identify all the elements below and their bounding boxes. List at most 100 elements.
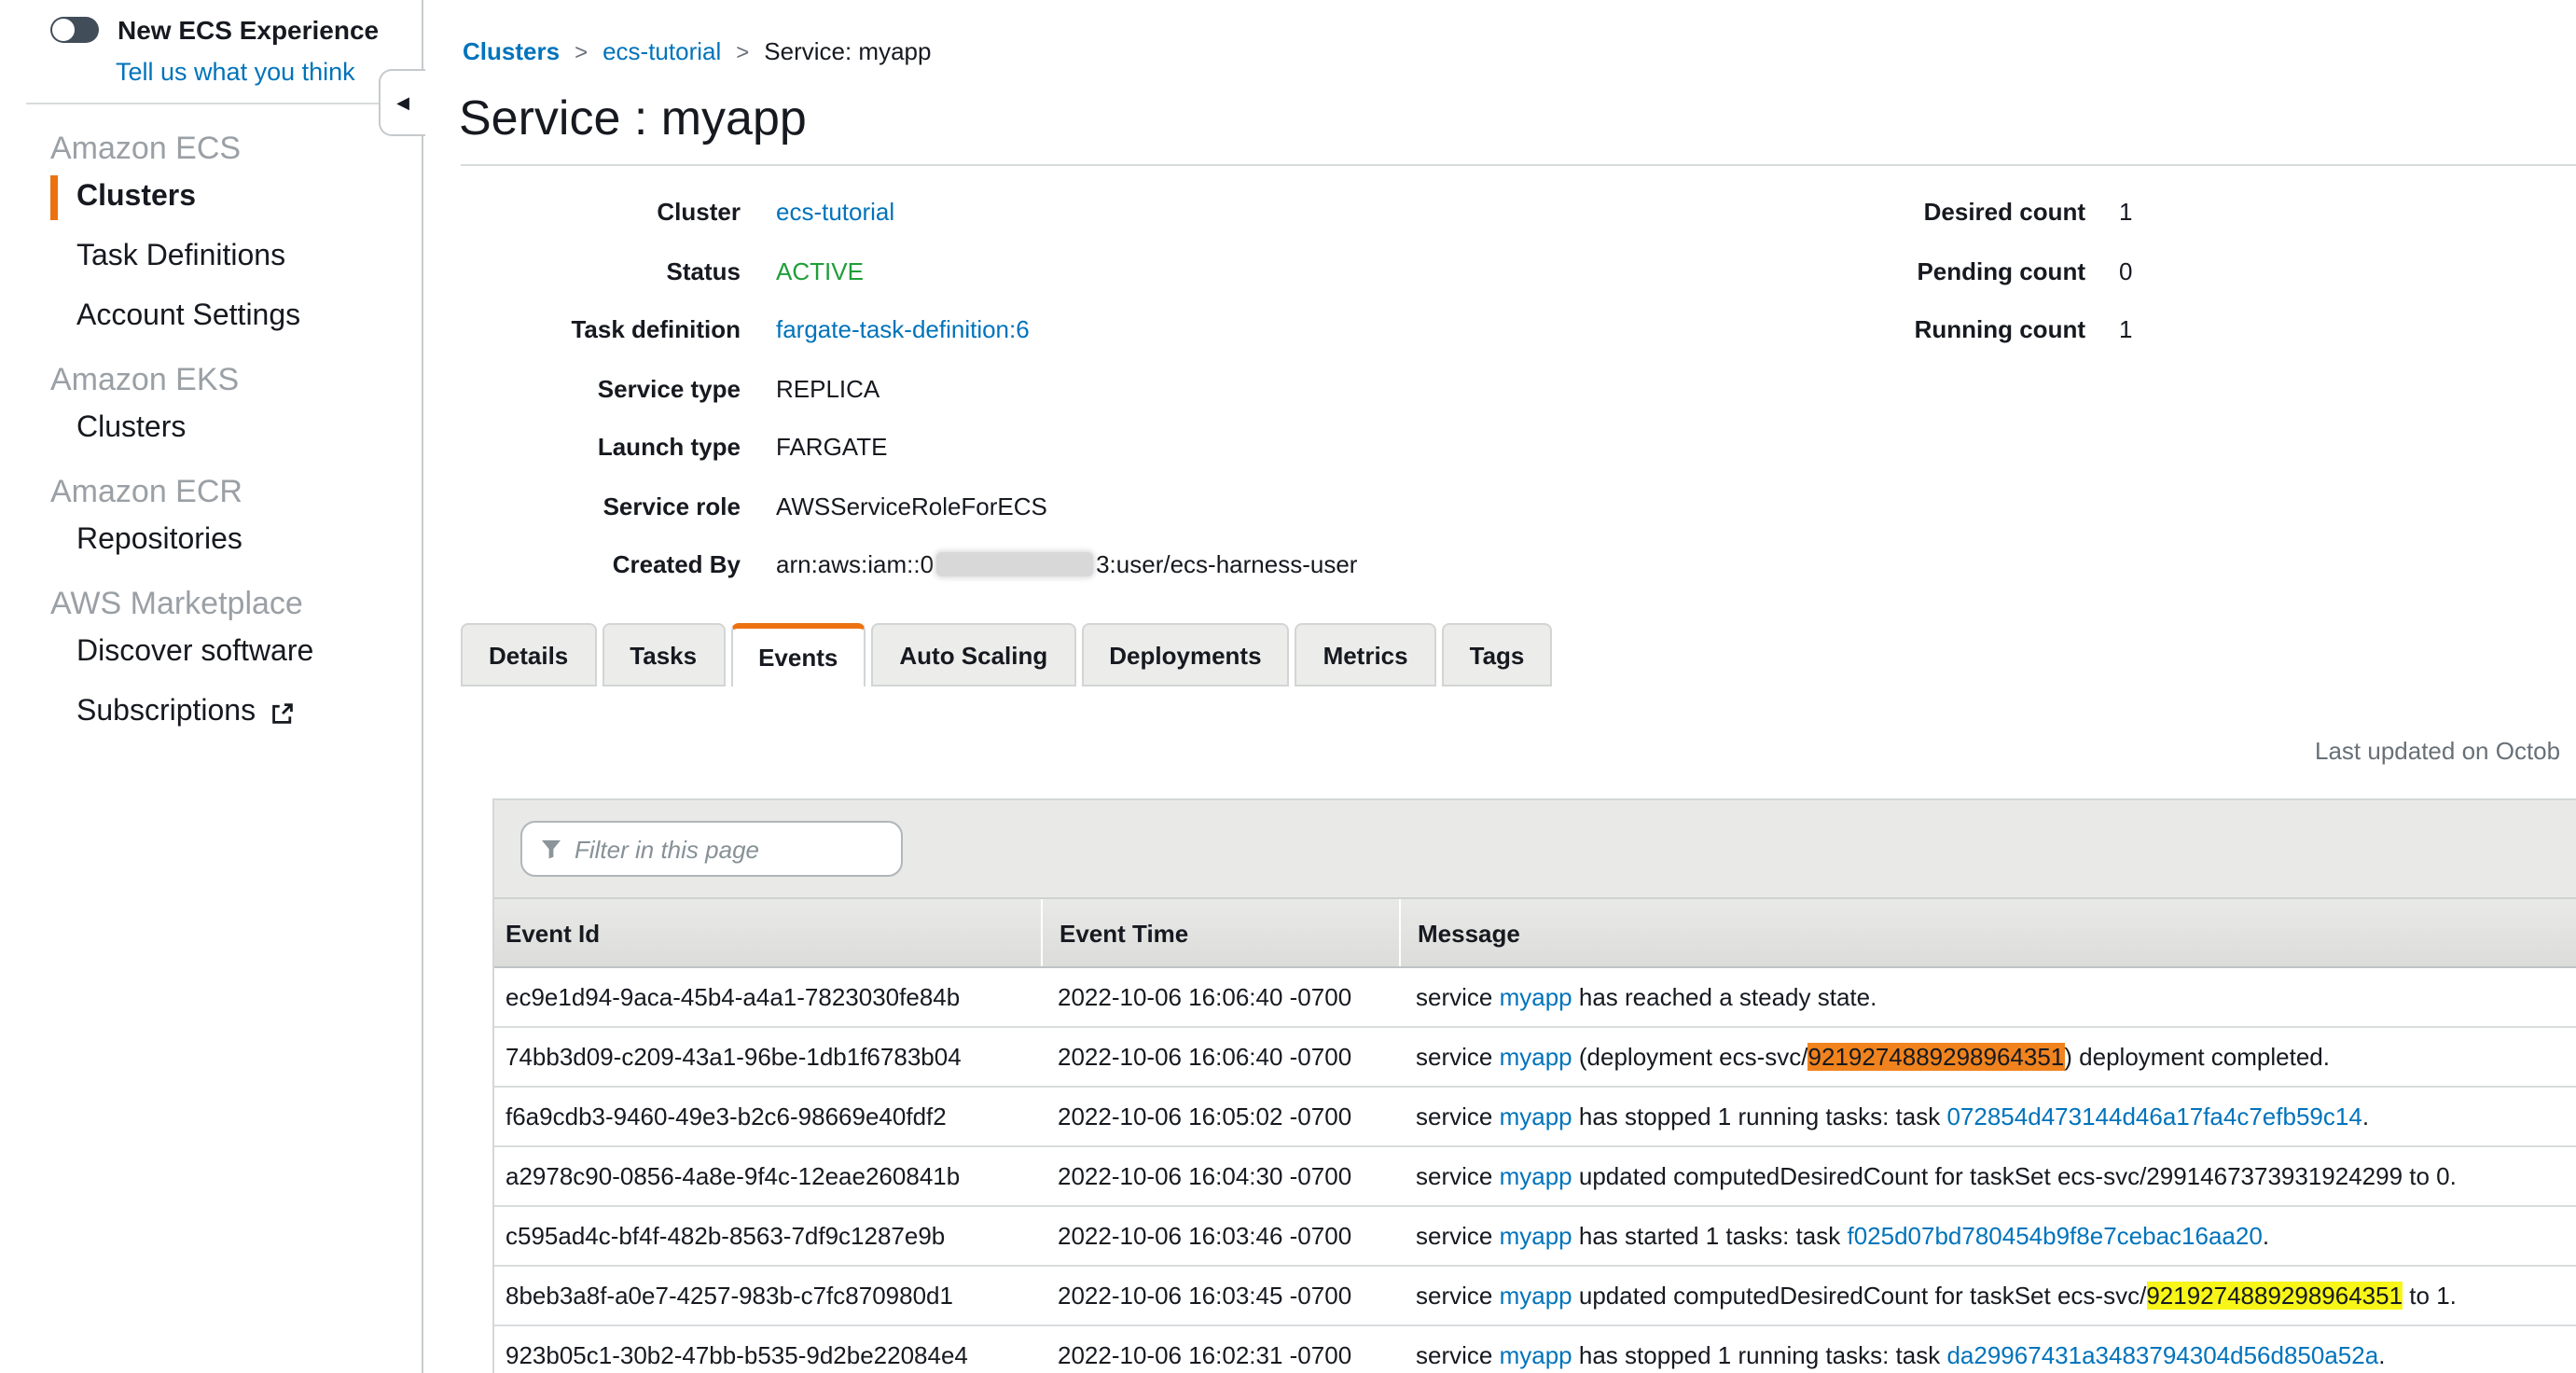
- message-text: has started 1 tasks: task: [1572, 1222, 1848, 1250]
- highlighted-match: 9219274889298964351: [1808, 1043, 2065, 1071]
- message-link[interactable]: myapp: [1500, 1222, 1572, 1250]
- cell-event-id: 8beb3a8f-a0e7-4257-983b-c7fc870980d1: [494, 1282, 1041, 1310]
- message-link[interactable]: myapp: [1500, 1162, 1572, 1190]
- message-link[interactable]: myapp: [1500, 1282, 1572, 1310]
- cell-message: service myapp has reached a steady state…: [1399, 983, 2576, 1011]
- detail-label: Service role: [461, 492, 741, 520]
- ecs-console-page: New ECS Experience Tell us what you thin…: [0, 0, 2576, 1373]
- sidebar-section-header-amazon-eks: Amazon EKS: [0, 362, 420, 399]
- message-text: updated computedDesiredCount for taskSet…: [1572, 1282, 2147, 1310]
- sidebar-item-label: Repositories: [76, 522, 242, 560]
- sidebar-item-account-settings[interactable]: Account Settings: [0, 298, 420, 336]
- message-text: .: [2362, 1103, 2369, 1130]
- breadcrumb-service-myapp: Service: myapp: [764, 37, 931, 65]
- detail-label: Status: [461, 257, 741, 285]
- detail-row-launch-type: Launch typeFARGATE: [461, 418, 1357, 477]
- message-link[interactable]: myapp: [1500, 983, 1572, 1011]
- detail-label: Cluster: [461, 199, 741, 227]
- table-row: c595ad4c-bf4f-482b-8563-7df9c1287e9b2022…: [494, 1207, 2576, 1267]
- detail-value-text: AWSServiceRoleForECS: [776, 492, 1047, 520]
- sidebar-item-label: Discover software: [76, 634, 313, 672]
- message-text: service: [1416, 983, 1500, 1011]
- sidebar-item-discover-software[interactable]: Discover software: [0, 634, 420, 672]
- message-link[interactable]: myapp: [1500, 1043, 1572, 1071]
- breadcrumb-separator: >: [736, 39, 749, 65]
- sidebar-item-clusters[interactable]: Clusters: [0, 410, 420, 448]
- detail-value: arn:aws:iam::03:user/ecs-harness-user: [776, 551, 1357, 579]
- created-by-suffix: 3:user/ecs-harness-user: [1096, 551, 1357, 579]
- sidebar: New ECS Experience Tell us what you thin…: [0, 0, 423, 1373]
- filter-input[interactable]: Filter in this page: [520, 821, 903, 877]
- detail-row-task-definition: Task definitionfargate-task-definition:6: [461, 300, 1357, 359]
- tab-metrics[interactable]: Metrics: [1295, 623, 1436, 686]
- message-text: has stopped 1 running tasks: task: [1572, 1103, 1947, 1130]
- events-panel: Filter in this page Event Id Event Time …: [492, 798, 2576, 1373]
- tab-tags[interactable]: Tags: [1442, 623, 1553, 686]
- table-row: f6a9cdb3-9460-49e3-b2c6-98669e40fdf22022…: [494, 1088, 2576, 1147]
- message-link[interactable]: myapp: [1500, 1341, 1572, 1369]
- title-divider: [461, 164, 2576, 166]
- cell-event-time: 2022-10-06 16:02:31 -0700: [1041, 1341, 1399, 1369]
- message-text: updated computedDesiredCount for taskSet…: [1572, 1162, 2457, 1190]
- events-toolbar: Filter in this page: [494, 800, 2576, 897]
- detail-value-link[interactable]: ecs-tutorial: [776, 199, 894, 227]
- tab-deployments[interactable]: Deployments: [1081, 623, 1289, 686]
- message-text: (deployment ecs-svc/: [1572, 1043, 1808, 1071]
- feedback-link[interactable]: Tell us what you think: [116, 58, 355, 86]
- cell-event-id: ec9e1d94-9aca-45b4-a4a1-7823030fe84b: [494, 983, 1041, 1011]
- detail-row-created-by: Created Byarn:aws:iam::03:user/ecs-harne…: [461, 535, 1357, 594]
- table-row: 74bb3d09-c209-43a1-96be-1db1f6783b042022…: [494, 1028, 2576, 1088]
- cell-event-id: 923b05c1-30b2-47bb-b535-9d2be22084e4: [494, 1341, 1041, 1369]
- detail-value: REPLICA: [776, 375, 879, 403]
- message-text: has stopped 1 running tasks: task: [1572, 1341, 1947, 1369]
- detail-row-desired-count: Desired count1: [1679, 183, 2132, 242]
- active-item-indicator: [50, 175, 58, 220]
- detail-row-service-type: Service typeREPLICA: [461, 359, 1357, 418]
- detail-row-status: StatusACTIVE: [461, 242, 1357, 300]
- cell-event-id: f6a9cdb3-9460-49e3-b2c6-98669e40fdf2: [494, 1103, 1041, 1130]
- cell-message: service myapp has stopped 1 running task…: [1399, 1341, 2576, 1369]
- cell-message: service myapp (deployment ecs-svc/921927…: [1399, 1043, 2576, 1071]
- cell-event-time: 2022-10-06 16:04:30 -0700: [1041, 1162, 1399, 1190]
- tab-tasks[interactable]: Tasks: [602, 623, 725, 686]
- tab-bar: DetailsTasksEventsAuto ScalingDeployment…: [461, 623, 1552, 686]
- table-row: 923b05c1-30b2-47bb-b535-9d2be22084e42022…: [494, 1326, 2576, 1373]
- message-link[interactable]: 072854d473144d46a17fa4c7efb59c14: [1946, 1103, 2361, 1130]
- sidebar-item-repositories[interactable]: Repositories: [0, 522, 420, 560]
- tab-events[interactable]: Events: [730, 623, 866, 686]
- tab-auto-scaling[interactable]: Auto Scaling: [871, 623, 1075, 686]
- sidebar-section-header-aws-marketplace: AWS Marketplace: [0, 586, 420, 623]
- detail-row-pending-count: Pending count0: [1679, 242, 2132, 300]
- detail-value: 0: [2119, 257, 2132, 285]
- detail-value-text: 0: [2119, 257, 2132, 285]
- tab-details[interactable]: Details: [461, 623, 596, 686]
- message-text: service: [1416, 1282, 1500, 1310]
- sidebar-collapse-button[interactable]: ◀: [379, 69, 425, 136]
- sidebar-item-task-definitions[interactable]: Task Definitions: [0, 239, 420, 276]
- sidebar-divider: [26, 103, 388, 104]
- message-text: .: [2263, 1222, 2269, 1250]
- column-header-message: Message: [1399, 899, 2576, 966]
- cell-event-time: 2022-10-06 16:05:02 -0700: [1041, 1103, 1399, 1130]
- detail-row-cluster: Cluster ecs-tutorial: [461, 183, 1357, 242]
- detail-value-text: 1: [2119, 199, 2132, 227]
- message-link[interactable]: myapp: [1500, 1103, 1572, 1130]
- cell-message: service myapp updated computedDesiredCou…: [1399, 1282, 2576, 1310]
- detail-row-running-count: Running count1: [1679, 300, 2132, 359]
- sidebar-item-clusters[interactable]: Clusters: [0, 179, 420, 216]
- detail-value: 1: [2119, 316, 2132, 344]
- highlighted-match: 9219274889298964351: [2146, 1282, 2403, 1310]
- detail-value: 1: [2119, 199, 2132, 227]
- message-link[interactable]: da29967431a3483794304d56d850a52a: [1946, 1341, 2378, 1369]
- detail-value-link[interactable]: fargate-task-definition:6: [776, 316, 1030, 344]
- detail-value: AWSServiceRoleForECS: [776, 492, 1047, 520]
- new-ecs-experience-label: New ECS Experience: [118, 15, 379, 45]
- new-ecs-experience-toggle[interactable]: [50, 17, 99, 43]
- breadcrumb-ecs-tutorial[interactable]: ecs-tutorial: [602, 37, 721, 65]
- message-link[interactable]: f025d07bd780454b9f8e7cebac16aa20: [1847, 1222, 2262, 1250]
- message-text: has reached a steady state.: [1572, 983, 1877, 1011]
- table-row: a2978c90-0856-4a8e-9f4c-12eae260841b2022…: [494, 1147, 2576, 1207]
- breadcrumb-clusters[interactable]: Clusters: [463, 37, 560, 65]
- sidebar-item-label: Task Definitions: [76, 239, 285, 276]
- sidebar-item-subscriptions[interactable]: Subscriptions: [0, 694, 420, 731]
